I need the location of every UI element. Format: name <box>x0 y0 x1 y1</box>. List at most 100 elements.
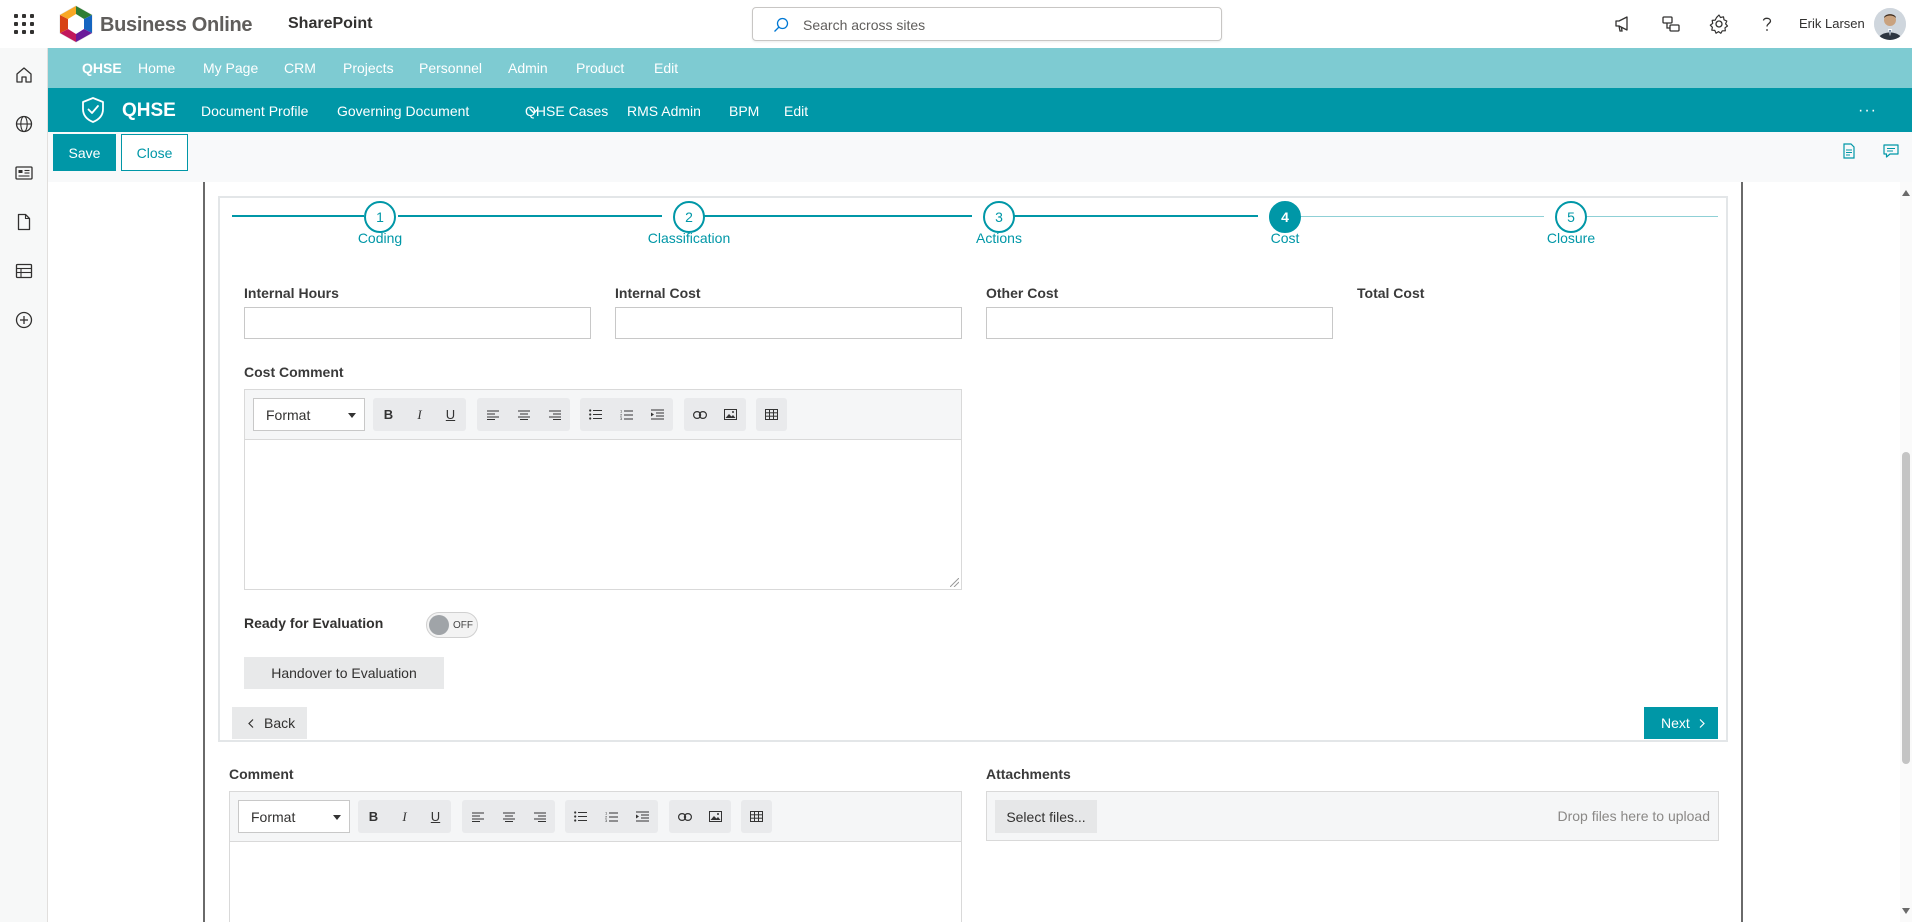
site-nav-qhse-cases[interactable]: QHSE Cases <box>525 103 608 119</box>
internal-hours-label: Internal Hours <box>244 285 339 301</box>
page-details-icon[interactable] <box>1840 142 1858 160</box>
attachments-dropzone[interactable]: Select files... Drop files here to uploa… <box>986 791 1719 841</box>
content-frame-right <box>1741 182 1743 922</box>
align-right-icon[interactable] <box>524 800 555 833</box>
table-icon[interactable] <box>741 800 772 833</box>
site-nav-bpm[interactable]: BPM <box>729 103 759 119</box>
step-2-label[interactable]: Classification <box>609 230 769 246</box>
bold-icon[interactable]: B <box>373 398 404 431</box>
format-dropdown[interactable]: Format <box>253 398 365 431</box>
site-nav-governing-document[interactable]: Governing Document <box>337 103 469 119</box>
underline-icon[interactable]: U <box>420 800 451 833</box>
cost-comment-editor[interactable]: Format B I U 123 <box>244 389 962 590</box>
hub-nav-crm[interactable]: CRM <box>284 60 316 76</box>
close-button[interactable]: Close <box>121 134 188 171</box>
step-3-label[interactable]: Actions <box>919 230 1079 246</box>
comment-editor[interactable]: Format B I U 123 <box>229 791 962 922</box>
hub-nav-edit[interactable]: Edit <box>654 60 678 76</box>
indent-icon[interactable] <box>642 398 673 431</box>
step-5-circle[interactable]: 5 <box>1555 201 1587 233</box>
site-nav-rms-admin[interactable]: RMS Admin <box>627 103 701 119</box>
step-1-circle[interactable]: 1 <box>364 201 396 233</box>
hub-nav-admin[interactable]: Admin <box>508 60 548 76</box>
megaphone-icon[interactable] <box>1612 13 1634 35</box>
list-group: 123 <box>565 800 658 833</box>
italic-icon[interactable]: I <box>404 398 435 431</box>
ready-for-evaluation-toggle[interactable]: OFF <box>426 612 478 638</box>
align-left-icon[interactable] <box>477 398 508 431</box>
hub-nav-qhse[interactable]: QHSE <box>82 60 122 76</box>
underline-icon[interactable]: U <box>435 398 466 431</box>
comments-icon[interactable] <box>1882 142 1900 160</box>
align-center-icon[interactable] <box>508 398 539 431</box>
select-files-button[interactable]: Select files... <box>995 800 1097 833</box>
other-cost-input[interactable] <box>986 307 1333 339</box>
hub-nav-home[interactable]: Home <box>138 60 175 76</box>
share-icon[interactable] <box>1660 13 1682 35</box>
toggle-state-text: OFF <box>453 620 473 631</box>
bullet-list-icon[interactable] <box>565 800 596 833</box>
step-4-circle[interactable]: 4 <box>1269 201 1301 233</box>
list-icon[interactable] <box>14 261 34 281</box>
scroll-thumb[interactable] <box>1902 452 1910 764</box>
total-cost-label: Total Cost <box>1357 285 1425 301</box>
align-group <box>477 398 570 431</box>
align-group <box>462 800 555 833</box>
bullet-list-icon[interactable] <box>580 398 611 431</box>
document-icon[interactable] <box>14 212 34 232</box>
align-left-icon[interactable] <box>462 800 493 833</box>
format-dropdown-label: Format <box>251 809 296 825</box>
step-3-circle[interactable]: 3 <box>983 201 1015 233</box>
hub-nav-product[interactable]: Product <box>576 60 624 76</box>
home-icon[interactable] <box>14 65 34 85</box>
site-title[interactable]: QHSE <box>122 100 176 122</box>
suite-bar: Business Online SharePoint Search across… <box>0 0 1912 48</box>
hub-nav-personnel[interactable]: Personnel <box>419 60 482 76</box>
link-icon[interactable] <box>684 398 715 431</box>
back-button[interactable]: Back <box>232 707 307 739</box>
align-center-icon[interactable] <box>493 800 524 833</box>
resize-handle-icon[interactable] <box>950 578 959 587</box>
handover-to-evaluation-button[interactable]: Handover to Evaluation <box>244 657 444 689</box>
scroll-down-icon[interactable] <box>1902 908 1910 914</box>
link-icon[interactable] <box>669 800 700 833</box>
avatar[interactable] <box>1874 8 1906 40</box>
next-button[interactable]: Next <box>1644 707 1718 739</box>
site-nav-document-profile[interactable]: Document Profile <box>201 103 308 119</box>
internal-cost-input[interactable] <box>615 307 962 339</box>
more-options-icon[interactable]: ··· <box>1858 102 1877 120</box>
align-right-icon[interactable] <box>539 398 570 431</box>
site-nav-edit[interactable]: Edit <box>784 103 808 119</box>
indent-icon[interactable] <box>627 800 658 833</box>
search-box[interactable]: Search across sites <box>752 7 1222 41</box>
format-dropdown[interactable]: Format <box>238 800 350 833</box>
user-name[interactable]: Erik Larsen <box>1799 16 1865 31</box>
image-icon[interactable] <box>700 800 731 833</box>
image-icon[interactable] <box>715 398 746 431</box>
business-online-logo[interactable] <box>54 4 98 44</box>
step-5-label[interactable]: Closure <box>1491 230 1651 246</box>
app-name[interactable]: SharePoint <box>288 15 372 33</box>
scroll-up-icon[interactable] <box>1902 190 1910 196</box>
step-connector <box>398 215 662 217</box>
table-icon[interactable] <box>756 398 787 431</box>
numbered-list-icon[interactable]: 123 <box>596 800 627 833</box>
step-1-label[interactable]: Coding <box>300 230 460 246</box>
internal-cost-label: Internal Cost <box>615 285 701 301</box>
bold-icon[interactable]: B <box>358 800 389 833</box>
numbered-list-icon[interactable]: 123 <box>611 398 642 431</box>
internal-hours-input[interactable] <box>244 307 591 339</box>
help-icon[interactable] <box>1756 13 1778 35</box>
globe-icon[interactable] <box>14 114 34 134</box>
hub-nav-projects[interactable]: Projects <box>343 60 394 76</box>
italic-icon[interactable]: I <box>389 800 420 833</box>
hub-nav-my-page[interactable]: My Page <box>203 60 258 76</box>
add-circle-icon[interactable] <box>14 310 34 330</box>
gear-icon[interactable] <box>1708 13 1730 35</box>
page-scrollbar[interactable] <box>1900 182 1912 922</box>
save-button[interactable]: Save <box>53 134 116 171</box>
app-launcher-icon[interactable] <box>12 12 36 36</box>
step-2-circle[interactable]: 2 <box>673 201 705 233</box>
step-4-label[interactable]: Cost <box>1205 230 1365 246</box>
news-icon[interactable] <box>14 163 34 183</box>
